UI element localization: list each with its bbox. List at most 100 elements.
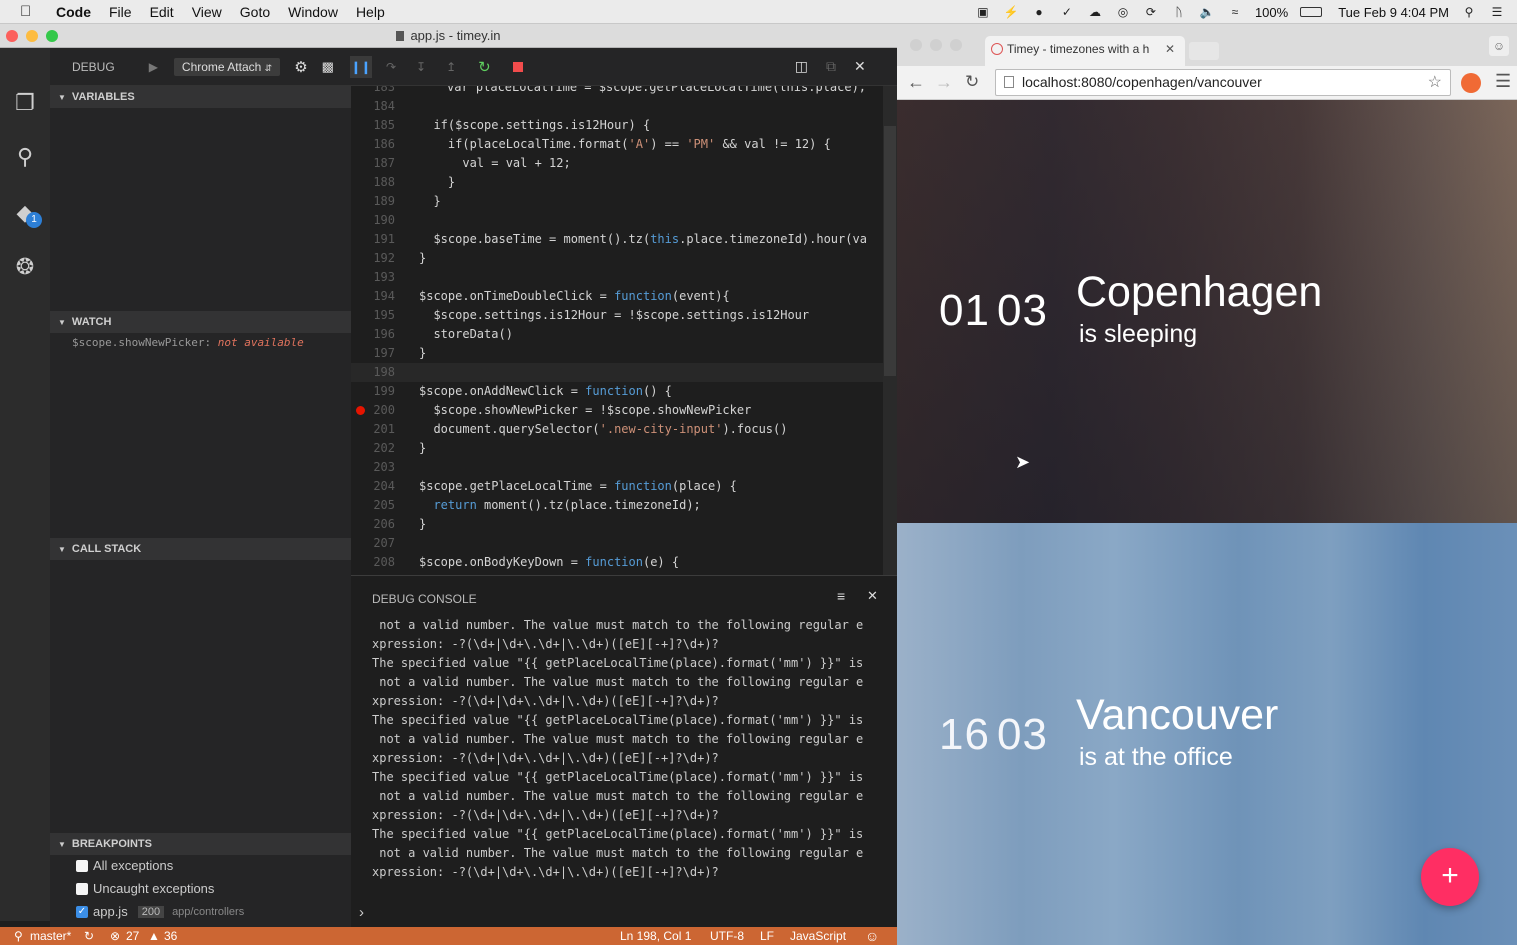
check-circle-icon[interactable]: ✓ [1059, 5, 1075, 19]
line-ending[interactable]: LF [760, 927, 774, 945]
step-into-icon[interactable]: ↧ [416, 60, 426, 74]
close-editor-icon[interactable]: ✕ [854, 58, 866, 75]
screen-record-icon[interactable]: ▣ [975, 5, 991, 19]
city-hours[interactable]: 01 [939, 286, 990, 336]
breakpoint-all-exceptions[interactable]: All exceptions [76, 858, 173, 873]
feedback-smiley-icon[interactable]: ☺ [865, 927, 879, 945]
warning-count[interactable]: 36 [164, 927, 177, 945]
watch-item[interactable]: $scope.showNewPicker: not available [72, 336, 304, 349]
forward-arrow-icon[interactable]: → [935, 72, 953, 93]
pause-icon[interactable]: ❙❙ [349, 55, 372, 78]
menu-help[interactable]: Help [356, 4, 385, 20]
bookmark-star-icon[interactable]: ☆ [1428, 70, 1442, 95]
profile-icon[interactable]: ☺ [1489, 36, 1509, 56]
minimize-window-button[interactable] [930, 39, 942, 51]
breakpoint-uncaught-exceptions[interactable]: Uncaught exceptions [76, 881, 214, 896]
window-title: app.js - timey.in [410, 28, 501, 43]
city-card-copenhagen[interactable]: 01 03 Copenhagen is sleeping ➤ [897, 100, 1517, 523]
bluetooth-icon[interactable]: ᚢ [1171, 5, 1187, 19]
console-prompt[interactable]: › [359, 904, 364, 921]
error-count[interactable]: 27 [126, 927, 139, 945]
code-text: } [419, 175, 456, 189]
reload-icon[interactable]: ↻ [965, 72, 979, 92]
checkbox[interactable] [76, 882, 88, 895]
code-text: if($scope.settings.is12Hour) { [419, 118, 651, 132]
checkbox-checked[interactable]: ✓ [76, 905, 88, 918]
step-over-icon[interactable]: ↷ [386, 60, 396, 74]
city-minutes[interactable]: 03 [997, 710, 1048, 760]
wifi-icon[interactable]: ≈ [1227, 5, 1243, 19]
split-editor-icon[interactable]: ◫ [795, 58, 808, 75]
explorer-icon[interactable]: ❐ [10, 88, 40, 118]
cursor-position[interactable]: Ln 198, Col 1 [620, 927, 691, 945]
bolt-icon[interactable]: ⚡ [1003, 5, 1019, 19]
browser-tab[interactable]: Timey - timezones with a h ✕ [985, 36, 1185, 66]
start-debug-icon[interactable]: ▶ [149, 60, 158, 74]
code-line: 205 return moment().tz(place.timezoneId)… [351, 496, 897, 515]
language-mode[interactable]: JavaScript [790, 927, 846, 945]
zoom-window-button[interactable] [950, 39, 962, 51]
close-window-button[interactable] [6, 30, 18, 42]
checkbox[interactable] [76, 859, 88, 872]
scroll-thumb[interactable] [884, 126, 896, 376]
close-panel-icon[interactable]: ✕ [867, 588, 878, 604]
encoding[interactable]: UTF-8 [710, 927, 744, 945]
step-out-icon[interactable]: ↥ [446, 60, 456, 74]
cloud-icon[interactable]: ☁ [1087, 5, 1103, 19]
notification-center-icon[interactable]: ☰ [1489, 5, 1505, 19]
open-console-icon[interactable]: ▩ [322, 59, 334, 75]
code-line: 190 [351, 211, 897, 230]
breakpoint-app-js[interactable]: ✓ app.js 200 app/controllers [76, 904, 244, 919]
spotlight-search-icon[interactable]: ⚲ [1461, 5, 1477, 19]
code-line: 186 if(placeLocalTime.format('A') == 'PM… [351, 135, 897, 154]
zoom-window-button[interactable] [46, 30, 58, 42]
launch-config-select[interactable]: Chrome Attach ⇵ [173, 57, 281, 76]
call-stack-header[interactable]: ▼ CALL STACK [50, 538, 351, 560]
volume-icon[interactable]: 🔈 [1199, 5, 1215, 19]
git-branch[interactable]: master* [30, 927, 71, 945]
clock[interactable]: Tue Feb 9 4:04 PM [1338, 5, 1449, 20]
line-number: 192 [373, 251, 395, 265]
add-city-button[interactable]: + [1421, 848, 1479, 906]
battery-icon[interactable] [1300, 7, 1323, 17]
watch-header[interactable]: ▼ WATCH [50, 311, 351, 333]
minimize-window-button[interactable] [26, 30, 38, 42]
menu-file[interactable]: File [109, 4, 132, 20]
evernote-icon[interactable]: ● [1031, 5, 1047, 19]
debug-icon[interactable]: ❂ [10, 252, 40, 282]
error-icon: ⊗ [110, 929, 121, 943]
code-editor[interactable]: 183 var placeLocalTime = $scope.getPlaceL… [351, 86, 897, 599]
menu-window[interactable]: Window [288, 4, 338, 20]
code-line: 195 $scope.settings.is12Hour = !$scope.s… [351, 306, 897, 325]
menu-view[interactable]: View [192, 4, 222, 20]
sync-icon[interactable]: ◎ [1115, 5, 1131, 19]
menu-edit[interactable]: Edit [150, 4, 174, 20]
breakpoint-file: app.js [93, 904, 128, 919]
new-tab-button[interactable] [1189, 42, 1219, 60]
restart-icon[interactable]: ↻ [478, 58, 491, 76]
breakpoint-marker[interactable] [356, 406, 365, 415]
open-preview-icon[interactable]: ⧉ [826, 58, 836, 75]
menu-app-name[interactable]: Code [56, 4, 91, 20]
close-tab-icon[interactable]: ✕ [1165, 36, 1175, 62]
search-icon[interactable]: ⚲ [10, 142, 40, 172]
apple-icon[interactable]:  [20, 3, 42, 20]
settings-gear-icon[interactable]: ⚙ [294, 58, 307, 76]
breakpoints-header[interactable]: ▼ BREAKPOINTS [50, 833, 351, 855]
variables-header[interactable]: ▼ VARIABLES [50, 86, 351, 108]
clear-console-icon[interactable]: ≡ [837, 588, 845, 604]
omnibox[interactable]: localhost:8080/copenhagen/vancouver ☆ [995, 69, 1451, 96]
git-icon[interactable]: ◆ 1 [10, 198, 42, 228]
back-arrow-icon[interactable]: ← [907, 72, 925, 93]
code-text: return moment().tz(place.timezoneId); [433, 498, 701, 512]
city-minutes[interactable]: 03 [997, 286, 1048, 336]
chrome-menu-icon[interactable]: ☰ [1495, 71, 1511, 92]
code-line: 194 $scope.onTimeDoubleClick = function(e… [351, 287, 897, 306]
sync-icon[interactable]: ↻ [84, 927, 94, 945]
stop-icon[interactable] [512, 61, 523, 72]
extension-icon[interactable] [1461, 73, 1481, 93]
close-window-button[interactable] [910, 39, 922, 51]
menu-goto[interactable]: Goto [240, 4, 270, 20]
city-hours[interactable]: 16 [939, 710, 990, 760]
arrows-icon[interactable]: ⟳ [1143, 5, 1159, 19]
